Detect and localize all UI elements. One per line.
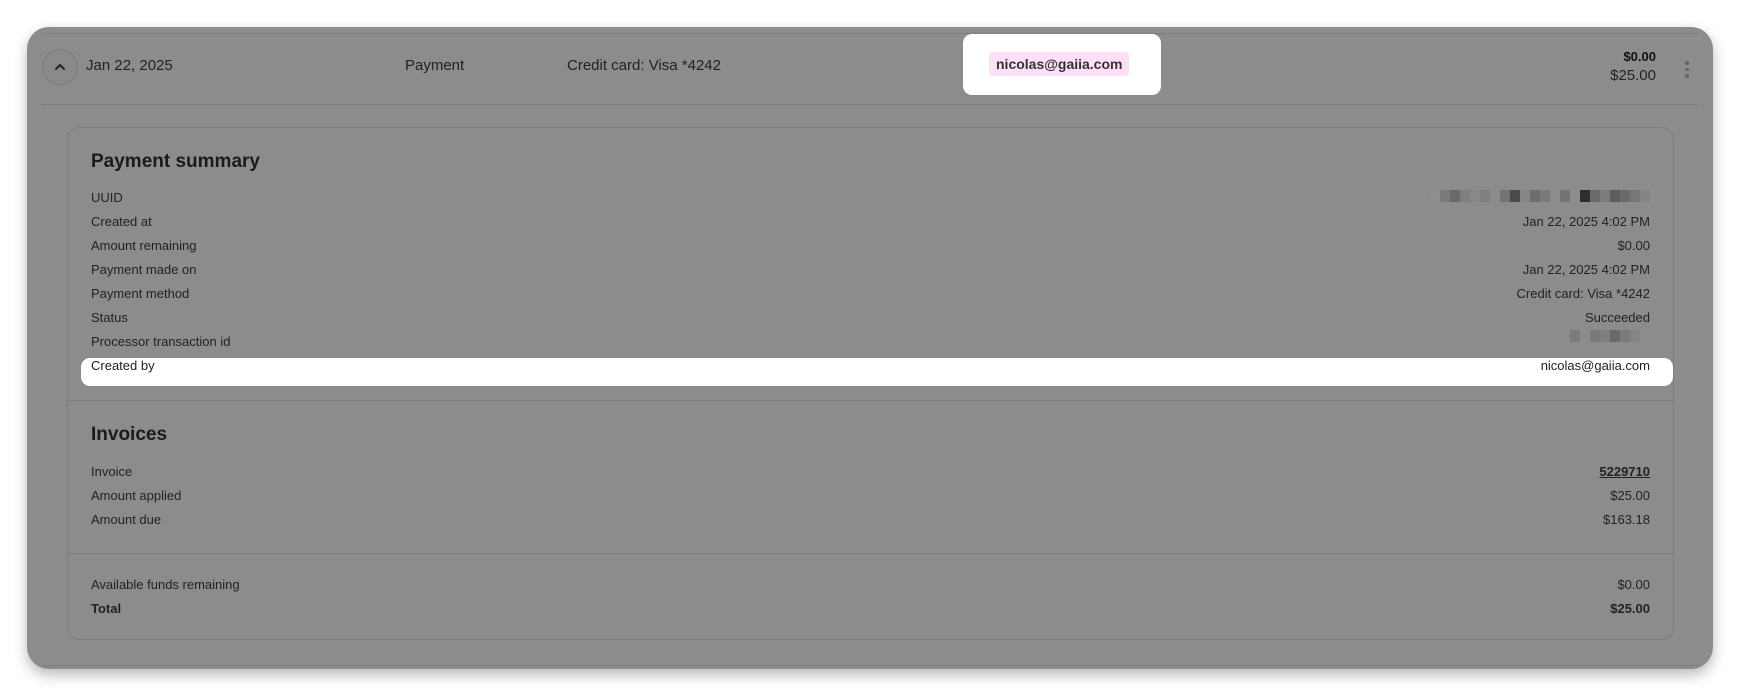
invoice-label: Invoice <box>91 464 133 479</box>
collapse-toggle-button[interactable] <box>42 49 78 85</box>
summary-value: Jan 22, 2025 4:02 PM <box>1522 214 1650 229</box>
payment-row-header[interactable]: Jan 22, 2025 Payment Credit card: Visa *… <box>42 33 1698 105</box>
summary-row-created-at: Created at Jan 22, 2025 4:02 PM <box>91 214 1650 234</box>
invoice-row-amount-due: Amount due $163.18 <box>91 512 1650 532</box>
summary-row-amount-remaining: Amount remaining $0.00 <box>91 238 1650 258</box>
status-value: Succeeded <box>1584 310 1650 325</box>
invoice-value: $163.18 <box>1603 512 1650 527</box>
section-divider <box>68 553 1673 554</box>
summary-label: Payment made on <box>91 262 197 277</box>
summary-label: Status <box>91 310 128 325</box>
summary-row-processor-transaction-id: Processor transaction id <box>91 330 1650 354</box>
summary-label: Payment method <box>91 286 190 301</box>
summary-row-payment-made-on: Payment made on Jan 22, 2025 4:02 PM <box>91 262 1650 282</box>
summary-label: Amount remaining <box>91 238 197 253</box>
summary-label: Created at <box>91 214 152 229</box>
invoice-row-number: Invoice 5229710 <box>91 464 1650 484</box>
summary-value: Jan 22, 2025 4:02 PM <box>1522 262 1650 277</box>
summary-row-created-by: Created by nicolas@gaiia.com <box>91 358 1650 378</box>
totals-row-available-funds: Available funds remaining $0.00 <box>91 577 1650 597</box>
summary-row-uuid: UUID <box>91 190 1650 210</box>
totals-value: $0.00 <box>1617 577 1650 592</box>
summary-row-payment-method: Payment method Credit card: Visa *4242 <box>91 286 1650 306</box>
totals-row-total: Total $25.00 <box>91 601 1650 621</box>
payment-type: Payment <box>405 57 465 74</box>
invoice-value: $25.00 <box>1610 488 1650 503</box>
invoices-title: Invoices <box>91 424 168 445</box>
uuid-redacted-value <box>1430 190 1650 202</box>
created-by-highlight: nicolas@gaiia.com <box>963 34 1161 95</box>
payment-amount: $25.00 <box>1610 67 1656 84</box>
total-value: $25.00 <box>1610 601 1650 616</box>
payment-card: Jan 22, 2025 Payment Credit card: Visa *… <box>27 27 1713 669</box>
more-menu-button[interactable] <box>1680 58 1694 80</box>
section-divider <box>68 400 1673 401</box>
payment-summary-title: Payment summary <box>91 151 260 172</box>
invoice-label: Amount applied <box>91 488 182 503</box>
invoice-link[interactable]: 5229710 <box>1599 464 1650 479</box>
payment-date: Jan 22, 2025 <box>86 57 173 74</box>
payment-details-panel: Payment summary UUID Created at Jan 22, … <box>67 127 1674 640</box>
created-by-value: nicolas@gaiia.com <box>1540 358 1650 373</box>
invoice-row-amount-applied: Amount applied $25.00 <box>91 488 1650 508</box>
chevron-up-icon <box>55 64 65 70</box>
summary-row-status: Status Succeeded <box>91 310 1650 330</box>
row-bottom-border <box>42 665 1698 666</box>
totals-label: Available funds remaining <box>91 577 240 592</box>
amount-remaining: $0.00 <box>1623 49 1656 64</box>
more-vertical-icon <box>1680 58 1694 78</box>
summary-label: Created by <box>91 358 155 373</box>
totals-label: Total <box>91 601 122 616</box>
transaction-id-redacted-value <box>1570 330 1650 342</box>
summary-value: $0.00 <box>1617 238 1650 253</box>
summary-value: Credit card: Visa *4242 <box>1516 286 1650 301</box>
invoice-label: Amount due <box>91 512 162 527</box>
summary-label: UUID <box>91 190 123 205</box>
summary-label: Processor transaction id <box>91 334 231 349</box>
payment-method: Credit card: Visa *4242 <box>567 57 721 74</box>
created-by-email-chip[interactable]: nicolas@gaiia.com <box>989 52 1130 76</box>
